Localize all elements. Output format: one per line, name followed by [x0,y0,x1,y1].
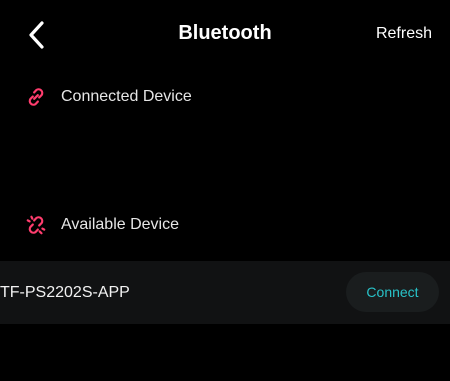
available-device-label: Available Device [61,216,179,233]
connected-device-label: Connected Device [61,88,192,105]
device-name: TF-PS2202S-APP [0,284,130,301]
connected-device-section: Connected Device [25,86,192,108]
link-icon [28,88,44,106]
connect-button[interactable]: Connect [346,272,439,312]
refresh-button[interactable]: Refresh [376,25,432,43]
back-button[interactable] [22,18,50,52]
available-device-section: Available Device [25,214,179,236]
chevron-left-icon [29,21,44,49]
link-broken-icon [26,215,46,235]
top-bar: Bluetooth Refresh [0,0,450,70]
